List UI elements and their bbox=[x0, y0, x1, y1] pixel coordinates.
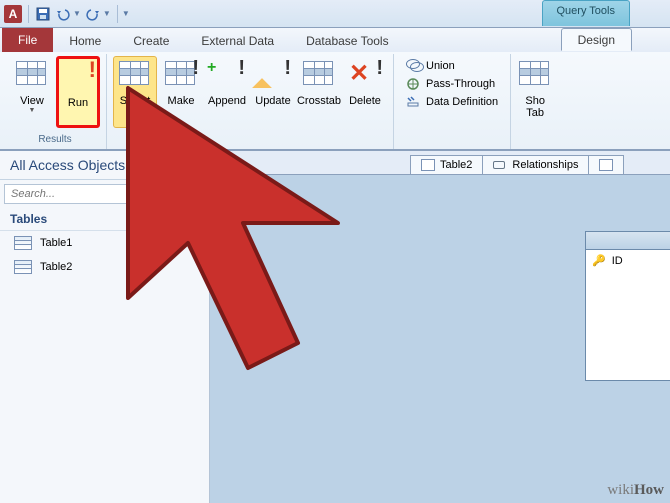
chevron-down-icon: ▼ bbox=[29, 107, 36, 114]
union-icon bbox=[406, 59, 422, 73]
undo-dropdown[interactable]: ▼ bbox=[73, 9, 81, 18]
nav-item-table1[interactable]: Table1 bbox=[0, 231, 209, 255]
watermark: wikiHow bbox=[607, 482, 664, 499]
passthrough-button[interactable]: Pass-Through bbox=[404, 76, 500, 92]
doc-tab-relationships[interactable]: Relationships bbox=[482, 155, 589, 174]
table-icon bbox=[119, 61, 149, 85]
crosstab-button[interactable]: Crosstab bbox=[297, 56, 341, 128]
update-button[interactable]: ! Update bbox=[251, 56, 295, 128]
plus-icon: + bbox=[207, 59, 216, 77]
ruler-icon bbox=[406, 95, 422, 109]
append-button[interactable]: +! Append bbox=[205, 56, 249, 128]
relationships-icon bbox=[493, 159, 507, 171]
table-icon bbox=[421, 159, 435, 171]
datasheet-icon bbox=[16, 61, 46, 85]
crosstab-icon bbox=[303, 61, 333, 85]
ribbon: View ▼ ! Run Results Select ! Make +! Ap… bbox=[0, 52, 670, 150]
globe-icon bbox=[406, 77, 422, 91]
nav-category-tables[interactable]: Tables bbox=[0, 208, 209, 231]
tab-home[interactable]: Home bbox=[53, 29, 117, 52]
table-icon bbox=[14, 260, 32, 274]
tab-design[interactable]: Design bbox=[561, 28, 632, 51]
x-icon: ✕ bbox=[349, 59, 369, 88]
document-area: Table2 Relationships 🔑 ID bbox=[210, 151, 670, 503]
tab-file[interactable]: File bbox=[2, 28, 53, 52]
search-input[interactable] bbox=[4, 184, 205, 204]
table-icon bbox=[519, 61, 549, 85]
table-icon bbox=[14, 236, 32, 250]
exclamation-icon: ! bbox=[284, 57, 291, 80]
show-table-button[interactable]: Sho Tab bbox=[517, 56, 553, 128]
exclamation-icon: ! bbox=[376, 57, 383, 80]
chevron-down-icon: ▼ bbox=[190, 160, 199, 170]
exclamation-icon: ! bbox=[89, 57, 96, 83]
tab-external-data[interactable]: External Data bbox=[185, 29, 290, 52]
table-field-list[interactable]: 🔑 ID bbox=[585, 231, 670, 381]
context-tab-label: Query Tools bbox=[542, 0, 631, 26]
delete-button[interactable]: ✕! Delete bbox=[343, 56, 387, 128]
field-list-header bbox=[586, 232, 670, 250]
doc-tab-table2[interactable]: Table2 bbox=[410, 155, 483, 174]
data-definition-button[interactable]: Data Definition bbox=[404, 94, 500, 110]
ribbon-tabstrip: Query Tools File Home Create External Da… bbox=[0, 28, 670, 52]
union-button[interactable]: Union bbox=[404, 58, 500, 74]
select-button[interactable]: Select bbox=[113, 56, 157, 128]
nav-item-table2[interactable]: Table2 bbox=[0, 255, 209, 279]
exclamation-icon: ! bbox=[192, 57, 199, 80]
qat-customize[interactable]: ▼ bbox=[122, 9, 130, 18]
tab-create[interactable]: Create bbox=[117, 29, 185, 52]
app-icon[interactable]: A bbox=[4, 5, 22, 23]
make-table-button[interactable]: ! Make bbox=[159, 56, 203, 128]
undo-icon[interactable] bbox=[55, 6, 71, 22]
view-button[interactable]: View ▼ bbox=[10, 56, 54, 128]
redo-dropdown[interactable]: ▼ bbox=[103, 9, 111, 18]
run-button[interactable]: ! Run bbox=[56, 56, 100, 128]
table-icon bbox=[165, 61, 195, 85]
doc-tab-query[interactable] bbox=[588, 155, 624, 174]
key-icon: 🔑 bbox=[592, 254, 606, 267]
redo-icon[interactable] bbox=[85, 6, 101, 22]
save-icon[interactable] bbox=[35, 6, 51, 22]
tab-database-tools[interactable]: Database Tools bbox=[290, 29, 405, 52]
nav-header[interactable]: All Access Objects ▼ bbox=[0, 151, 209, 180]
exclamation-icon: ! bbox=[238, 57, 245, 80]
query-icon bbox=[599, 159, 613, 171]
group-label-results: Results bbox=[38, 134, 71, 147]
navigation-pane: All Access Objects ▼ Tables Table1 Table… bbox=[0, 151, 210, 503]
field-row-id[interactable]: 🔑 ID bbox=[586, 250, 670, 271]
